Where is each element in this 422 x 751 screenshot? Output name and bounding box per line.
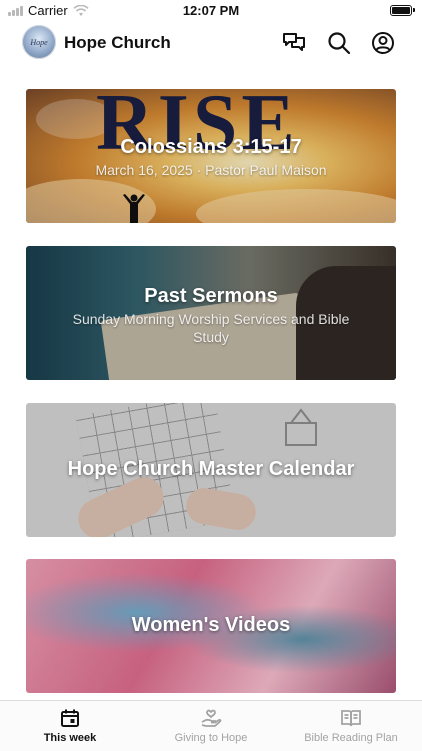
page-title: Hope Church — [64, 33, 171, 52]
card-title: Past Sermons — [144, 285, 278, 307]
card-subtitle: March 16, 2025 · Pastor Paul Maison — [95, 162, 327, 178]
calendar-icon — [61, 709, 79, 727]
search-icon[interactable] — [326, 30, 352, 56]
tab-label: Bible Reading Plan — [304, 732, 398, 744]
womens-videos-card[interactable]: Women's Videos — [26, 559, 396, 693]
tab-bar: This week Giving to Hope Bible Reading P… — [0, 700, 422, 751]
card-title: Hope Church Master Calendar — [67, 458, 355, 480]
logo-text: Hope — [30, 37, 48, 47]
card-subtitle: Sunday Morning Worship Services and Bibl… — [72, 311, 350, 345]
app-header: Hope Hope Church — [0, 22, 422, 66]
tab-label: This week — [43, 732, 97, 744]
tab-this-week[interactable]: This week — [0, 707, 140, 744]
status-time: 12:07 PM — [182, 3, 240, 18]
tab-bible-reading-plan[interactable]: Bible Reading Plan — [281, 707, 421, 744]
status-bar: Carrier 12:07 PM — [0, 0, 422, 22]
giving-hand-icon — [201, 709, 222, 727]
master-calendar-card[interactable]: Hope Church Master Calendar — [26, 403, 396, 537]
featured-sermon-card[interactable]: RISE Colossians 3:15-17 March 16, 2025 ·… — [26, 89, 396, 223]
tab-label: Giving to Hope — [174, 732, 248, 744]
chat-icon[interactable] — [281, 30, 307, 56]
card-title: Women's Videos — [131, 614, 291, 636]
battery-icon — [390, 5, 415, 16]
church-logo[interactable]: Hope — [22, 25, 56, 59]
past-sermons-card[interactable]: Past Sermons Sunday Morning Worship Serv… — [26, 246, 396, 380]
account-icon[interactable] — [370, 30, 396, 56]
book-icon — [341, 710, 361, 727]
card-title: Colossians 3:15-17 — [120, 136, 302, 158]
tab-giving[interactable]: Giving to Hope — [141, 707, 281, 744]
